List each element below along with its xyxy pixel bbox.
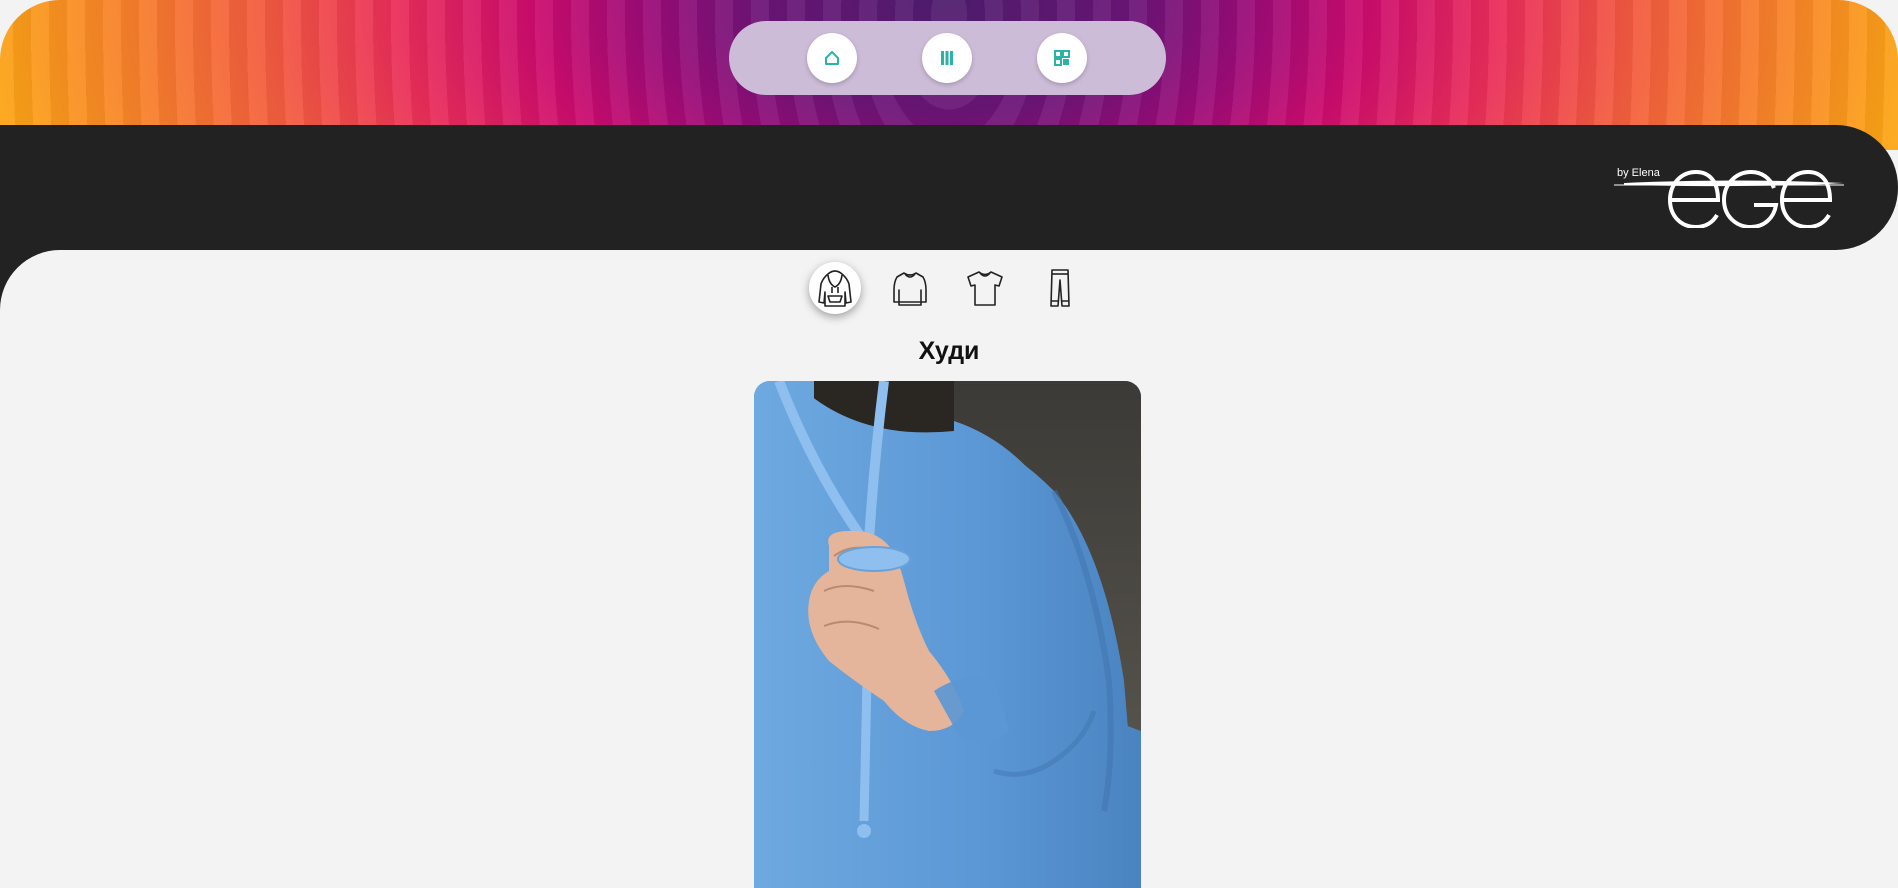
category-pants[interactable]: [1034, 262, 1086, 314]
catalog-icon: [941, 51, 953, 65]
hoodie-icon: [818, 270, 852, 307]
home-icon: [825, 51, 839, 65]
category-hoodie[interactable]: [809, 262, 861, 314]
home-button[interactable]: [807, 33, 857, 83]
blue-hoodie-photo: [754, 381, 1141, 888]
catalog-button[interactable]: [922, 33, 972, 83]
sweatshirt-icon: [893, 272, 927, 306]
top-nav: [729, 21, 1166, 95]
tshirt-icon: [967, 271, 1003, 306]
logo-byline: by Elena: [1617, 167, 1660, 179]
category-tshirt[interactable]: [959, 262, 1011, 314]
ege-logo-mark: [1614, 169, 1844, 230]
category-sweatshirt[interactable]: [884, 262, 936, 314]
product-photo[interactable]: [754, 381, 1141, 888]
pants-icon: [1050, 269, 1070, 307]
brand-logo[interactable]: by Elena: [1614, 152, 1848, 230]
grid-button[interactable]: [1037, 33, 1087, 83]
section-title: Худи: [918, 337, 980, 365]
grid-icon: [1054, 50, 1070, 66]
